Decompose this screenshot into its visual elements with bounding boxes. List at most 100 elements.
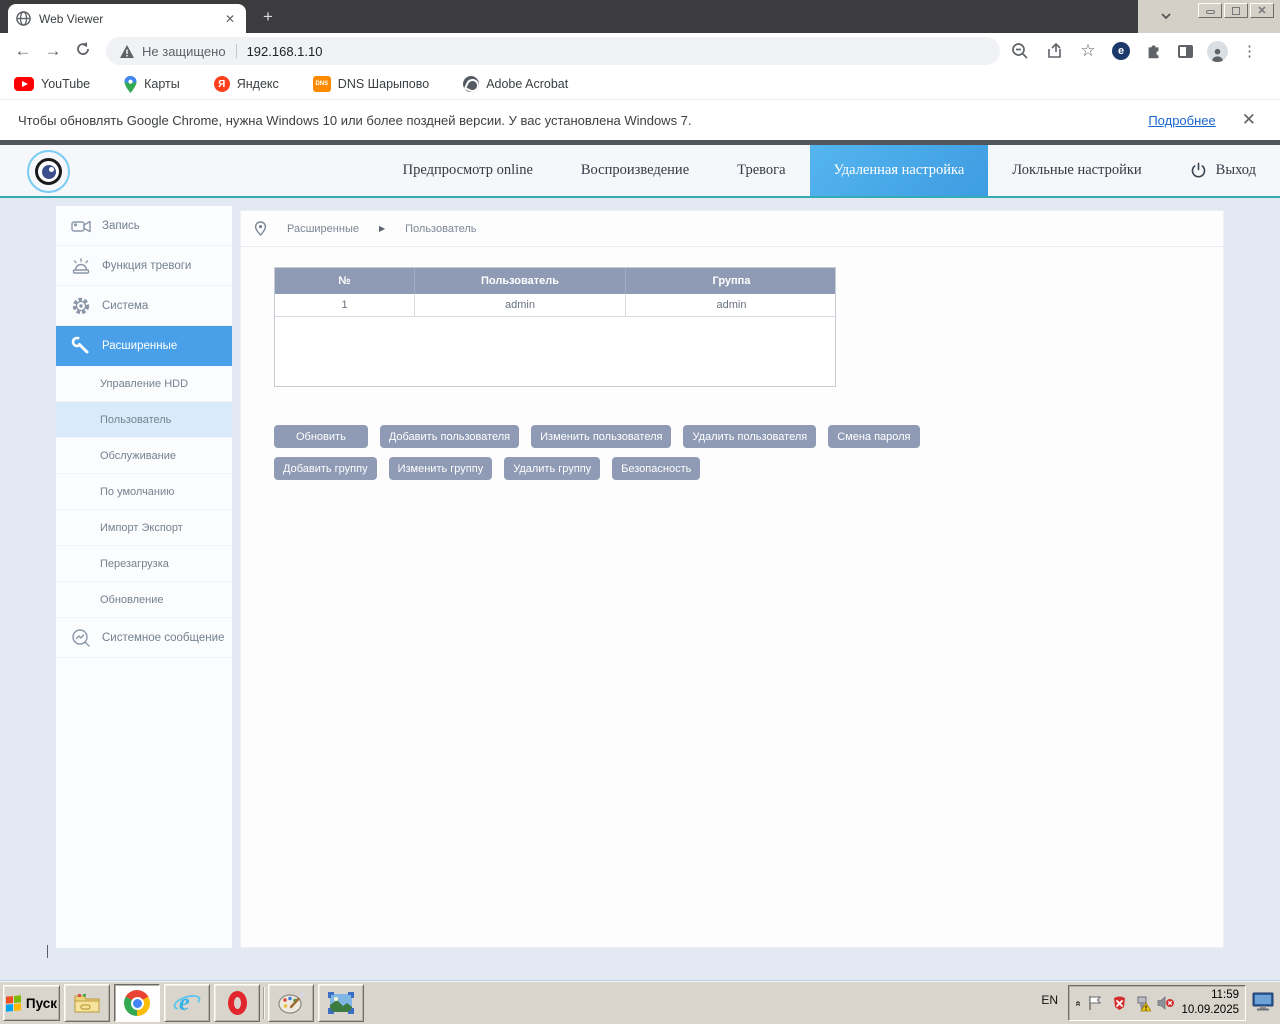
- desktop-icon: [1252, 992, 1274, 1012]
- security-label[interactable]: Не защищено: [142, 44, 226, 59]
- bookmark-star-icon[interactable]: ☆: [1078, 41, 1098, 61]
- alarm-siren-icon: [69, 254, 93, 278]
- sidebar-subitem-maintenance[interactable]: Обслуживание: [56, 438, 232, 474]
- nav-alarm[interactable]: Тревога: [713, 145, 809, 196]
- share-icon[interactable]: [1044, 41, 1064, 61]
- tray-volume-muted-icon[interactable]: [1157, 994, 1175, 1012]
- yandex-icon: Я: [214, 76, 230, 92]
- extensions-puzzle-icon[interactable]: [1144, 41, 1164, 61]
- new-tab-button[interactable]: +: [258, 7, 278, 27]
- breadcrumb-root[interactable]: Расширенные: [287, 223, 359, 235]
- breadcrumb: Расширенные ▶ Пользователь: [241, 211, 1223, 247]
- tray-flag-icon[interactable]: [1087, 994, 1105, 1012]
- url-text[interactable]: 192.168.1.10: [247, 44, 323, 59]
- photo-viewer-icon: [326, 991, 356, 1015]
- app-header: Предпросмотр online Воспроизведение Трев…: [0, 145, 1280, 198]
- tray-hardware-icon[interactable]: [1134, 994, 1152, 1012]
- add-group-button[interactable]: Добавить группу: [274, 457, 377, 480]
- sidebar-subitem-reboot[interactable]: Перезагрузка: [56, 546, 232, 582]
- browser-tab[interactable]: Web Viewer ✕: [8, 4, 246, 33]
- sidebar-subitem-default[interactable]: По умолчанию: [56, 474, 232, 510]
- security-button[interactable]: Безопасность: [612, 457, 700, 480]
- sidebar-item-system[interactable]: Система: [56, 286, 232, 326]
- edit-group-button[interactable]: Изменить группу: [389, 457, 493, 480]
- infobar-close-icon[interactable]: ✕: [1242, 110, 1256, 130]
- cell-group: admin: [626, 294, 837, 316]
- nav-remote-settings[interactable]: Удаленная настройка: [810, 145, 989, 196]
- breadcrumb-arrow-icon: ▶: [379, 224, 385, 233]
- refresh-button[interactable]: Обновить: [274, 425, 368, 448]
- side-panel-icon[interactable]: [1178, 45, 1193, 58]
- taskbar-opera-button[interactable]: [214, 984, 260, 1022]
- taskbar-image-viewer-button[interactable]: [318, 984, 364, 1022]
- location-pin-icon: [254, 221, 267, 236]
- bookmarks-bar: YouTube Карты Я Яндекс DNS DNS Шарыпово …: [0, 69, 1280, 99]
- infobar-details-link[interactable]: Подробнее: [1148, 113, 1215, 128]
- sidebar-item-system-message[interactable]: Системное сообщение: [56, 618, 232, 658]
- power-icon: [1190, 162, 1207, 179]
- bookmark-dns[interactable]: DNS DNS Шарыпово: [313, 76, 429, 92]
- back-icon[interactable]: ←: [8, 41, 38, 61]
- bookmark-yandex[interactable]: Я Яндекс: [214, 76, 279, 92]
- forward-icon[interactable]: →: [38, 41, 68, 61]
- table-row[interactable]: 1 admin admin: [275, 294, 835, 317]
- sidebar-item-alarm-function[interactable]: Функция тревоги: [56, 246, 232, 286]
- video-camera-icon: [69, 214, 93, 238]
- acrobat-icon: [463, 76, 479, 92]
- tab-search-chevron-icon[interactable]: [1160, 10, 1172, 22]
- window-close-button[interactable]: ✕: [1250, 3, 1274, 18]
- window-minimize-button[interactable]: [1198, 3, 1222, 18]
- sidebar-subitem-update[interactable]: Обновление: [56, 582, 232, 618]
- zoom-out-icon[interactable]: [1010, 41, 1030, 61]
- taskbar-paint-button[interactable]: [268, 984, 314, 1022]
- windows-logo-icon: [6, 995, 21, 1012]
- tray-antivirus-icon[interactable]: [1110, 994, 1128, 1012]
- delete-user-button[interactable]: Удалить пользователя: [683, 425, 816, 448]
- profile-avatar[interactable]: [1207, 41, 1228, 62]
- show-desktop-button[interactable]: [1250, 989, 1276, 1015]
- col-group: Группа: [626, 268, 837, 294]
- sidebar-subitem-import-export[interactable]: Импорт Экспорт: [56, 510, 232, 546]
- language-indicator[interactable]: EN: [1041, 993, 1058, 1007]
- sidebar-item-advanced[interactable]: Расширенные: [56, 326, 232, 366]
- sidebar-item-label: Расширенные: [102, 340, 177, 352]
- address-bar[interactable]: Не защищено 192.168.1.10: [106, 37, 1000, 65]
- bookmark-maps[interactable]: Карты: [124, 76, 180, 93]
- taskbar-explorer-button[interactable]: [64, 984, 110, 1022]
- delete-group-button[interactable]: Удалить группу: [504, 457, 600, 480]
- sidebar-item-label: Запись: [102, 220, 140, 232]
- col-number: №: [275, 268, 415, 294]
- ie-tab-extension-icon[interactable]: e: [1112, 42, 1130, 60]
- nav-local-settings[interactable]: Локльные настройки: [988, 145, 1165, 196]
- taskbar-chrome-button[interactable]: [114, 984, 160, 1022]
- youtube-icon: [14, 77, 34, 91]
- nav-playback[interactable]: Воспроизведение: [557, 145, 713, 196]
- col-user: Пользователь: [415, 268, 626, 294]
- system-tray: « 11:59 10.09.2025: [1068, 985, 1246, 1021]
- reload-icon[interactable]: [68, 41, 98, 62]
- add-user-button[interactable]: Добавить пользователя: [380, 425, 519, 448]
- browser-menu-icon[interactable]: ⋮: [1242, 42, 1257, 60]
- start-button[interactable]: Пуск: [3, 985, 60, 1021]
- sidebar-subitem-hdd[interactable]: Управление HDD: [56, 366, 232, 402]
- taskbar-ie-button[interactable]: e: [164, 984, 210, 1022]
- nav-logout[interactable]: Выход: [1166, 145, 1280, 196]
- tray-expand-chevron-icon[interactable]: «: [1072, 1000, 1083, 1006]
- nav-preview-online[interactable]: Предпросмотр online: [379, 145, 557, 196]
- edit-user-button[interactable]: Изменить пользователя: [531, 425, 671, 448]
- clock-date: 10.09.2025: [1181, 1003, 1239, 1018]
- cell-number: 1: [275, 294, 415, 316]
- chrome-update-infobar: Чтобы обновлять Google Chrome, нужна Win…: [0, 99, 1280, 140]
- globe-favicon-icon: [16, 11, 31, 26]
- content-panel: Расширенные ▶ Пользователь № Пользовател…: [240, 210, 1224, 948]
- tab-close-icon[interactable]: ✕: [222, 12, 238, 26]
- window-restore-button[interactable]: [1224, 3, 1248, 18]
- bookmark-acrobat[interactable]: Adobe Acrobat: [463, 76, 568, 92]
- sidebar-subitem-user[interactable]: Пользователь: [56, 402, 232, 438]
- sidebar-item-record[interactable]: Запись: [56, 206, 232, 246]
- wrench-icon: [69, 334, 93, 358]
- change-password-button[interactable]: Смена пароля: [828, 425, 919, 448]
- tray-clock[interactable]: 11:59 10.09.2025: [1181, 988, 1239, 1018]
- settings-sidebar: Запись Функция тревоги Система Расширенн…: [56, 206, 232, 948]
- bookmark-youtube[interactable]: YouTube: [14, 77, 90, 91]
